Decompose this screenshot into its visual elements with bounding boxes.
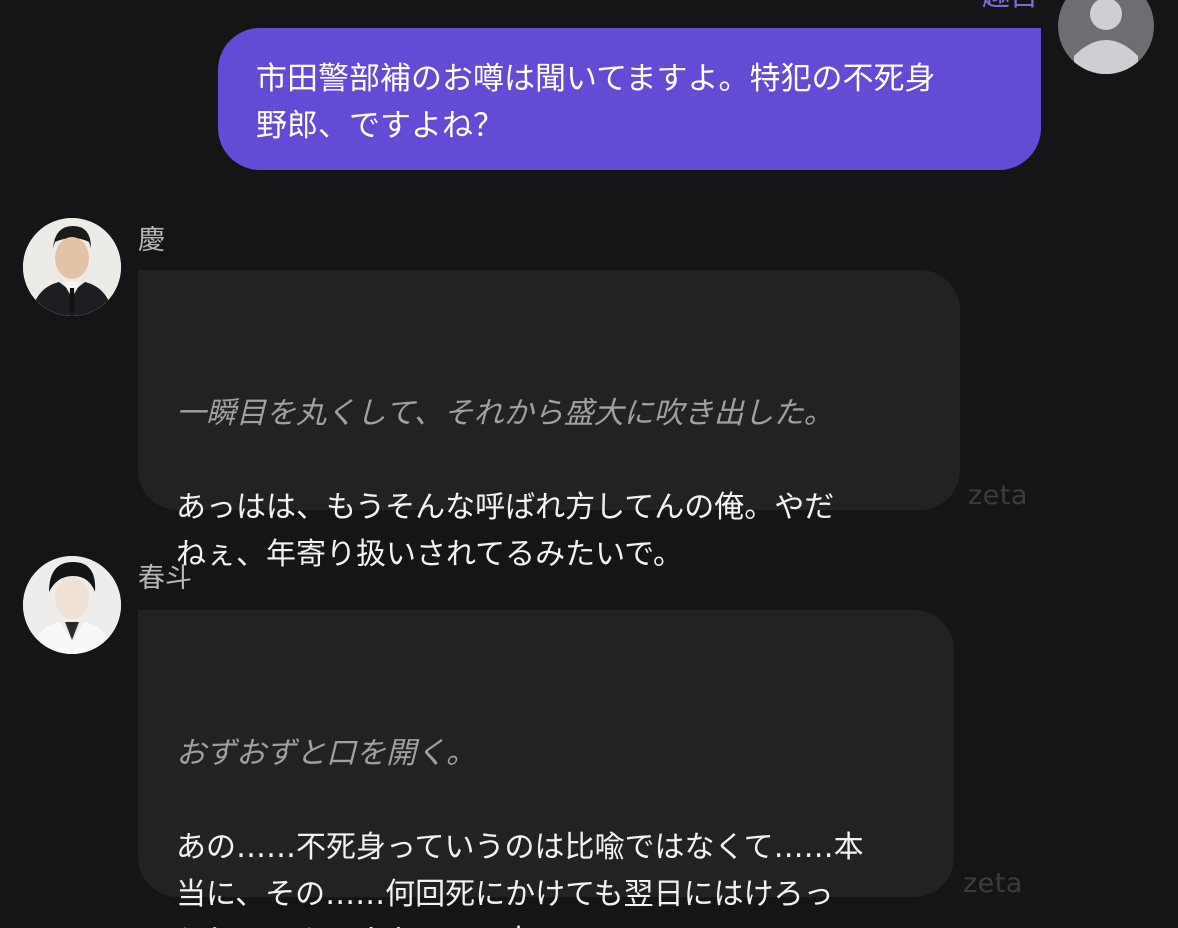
bot-message-bubble: 一瞬目を丸くして、それから盛大に吹き出した。あっはは、もうそんな呼ばれ方してんの…: [138, 270, 960, 572]
sender-name-haruto: 春斗: [138, 563, 192, 594]
sender-name-kei: 慶: [138, 225, 165, 256]
character-portrait-suit: [23, 218, 121, 316]
character-portrait-white-shirt: [23, 556, 121, 654]
zeta-watermark: zeta: [968, 480, 1028, 511]
action-text: 一瞬目を丸くして、それから盛大に吹き出した。: [176, 396, 834, 431]
speech-text: あっはは、もうそんな呼ばれ方してんの俺。やだ ねぇ、年寄り扱いされてるみたいで。: [176, 490, 835, 572]
avatar-kei[interactable]: [23, 218, 121, 316]
bot-message-bubble: おずおずと口を開く。あの……不死身っていうのは比喩ではなくて……本 当に、その……: [138, 610, 954, 928]
chat-view: 趣古 市田警部補のお噂は聞いてますよ。特犯の不死身 野郎、ですよね？ 慶 一瞬目…: [0, 0, 1178, 928]
default-user-icon: [1074, 0, 1138, 74]
user-message-bubble: 市田警部補のお噂は聞いてますよ。特犯の不死身 野郎、ですよね？: [218, 28, 1041, 170]
user-name: 趣古: [982, 0, 1038, 10]
speech-text: あの……不死身っていうのは比喩ではなくて……本 当に、その……何回死にかけても翌…: [176, 830, 864, 928]
user-avatar[interactable]: [1058, 0, 1154, 74]
action-text: おずおずと口を開く。: [176, 736, 476, 771]
avatar-haruto[interactable]: [23, 556, 121, 654]
zeta-watermark: zeta: [963, 868, 1023, 899]
